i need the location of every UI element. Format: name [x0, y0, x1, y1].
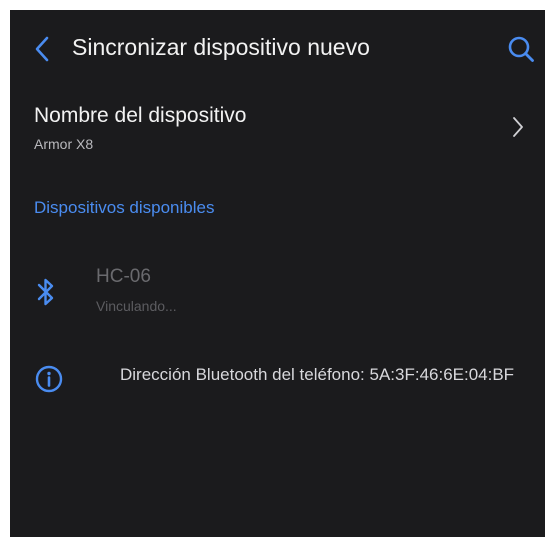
device-name-value: Armor X8: [34, 136, 94, 152]
available-devices-header: Dispositivos disponibles: [34, 198, 215, 217]
device-name-setting[interactable]: Nombre del dispositivo Armor X8: [10, 90, 545, 170]
chevron-right-icon: [508, 112, 528, 142]
search-icon: [508, 36, 534, 62]
device-name: HC-06: [96, 266, 151, 287]
back-button[interactable]: [28, 32, 56, 66]
top-app-bar: Sincronizar dispositivo nuevo: [10, 10, 545, 88]
device-status: Vinculando...: [96, 298, 177, 314]
pair-new-device-screen: Sincronizar dispositivo nuevo Nombre del…: [10, 10, 545, 537]
bluetooth-address-text: Dirección Bluetooth del teléfono: 5A:3F:…: [120, 365, 515, 384]
info-icon: [35, 365, 63, 393]
chevron-left-icon: [35, 36, 49, 62]
list-item[interactable]: HC-06 Vinculando...: [10, 258, 545, 330]
bluetooth-address-info: Dirección Bluetooth del teléfono: 5A:3F:…: [10, 358, 545, 428]
page-title: Sincronizar dispositivo nuevo: [72, 34, 370, 60]
device-name-label: Nombre del dispositivo: [34, 104, 247, 127]
bluetooth-icon: [34, 274, 58, 310]
search-button[interactable]: [504, 32, 538, 66]
